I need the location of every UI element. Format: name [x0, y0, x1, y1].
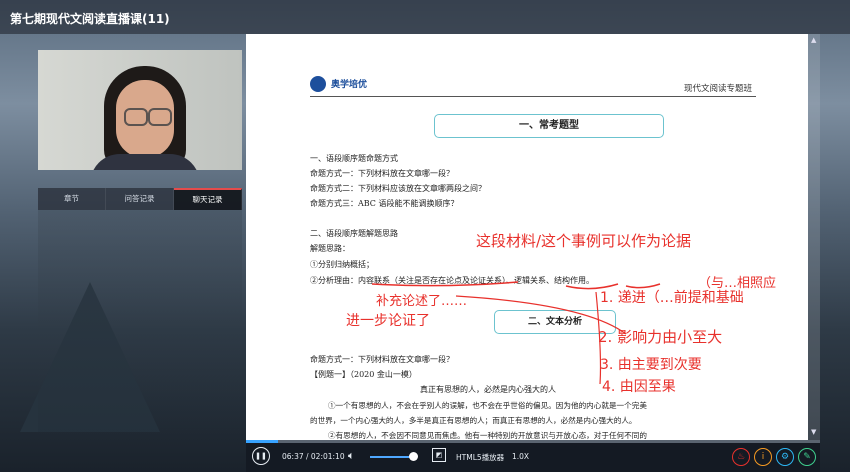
- speed-button[interactable]: 1.0X: [512, 452, 529, 461]
- window-title: 第七期现代文阅读直播课(11): [10, 12, 170, 26]
- scroll-up-icon[interactable]: ▲: [811, 36, 816, 44]
- tab-chapters[interactable]: 章节: [38, 188, 106, 210]
- annotation-text: 1. 递进（…前提和基础: [600, 290, 744, 306]
- title-bar: 第七期现代文阅读直播课(11): [0, 0, 850, 34]
- annotation-text: 进一步论证了: [346, 313, 430, 329]
- webcam-video: [38, 50, 242, 170]
- pause-button[interactable]: ❚❚: [252, 447, 270, 465]
- screenshot-icon[interactable]: ◩: [432, 448, 446, 462]
- document-page: 奥学培优 现代文阅读专题班 一、常考题型 一、语段顺序题命题方式 命题方式一：下…: [246, 34, 808, 440]
- time-display: 06:37 / 02:01:10: [282, 452, 345, 461]
- annotation-text: 4. 由因至果: [602, 379, 676, 395]
- annotation-text: 这段材料/这个事例可以作为论据: [476, 232, 692, 250]
- tab-chat-records[interactable]: 聊天记录: [174, 188, 242, 210]
- player-controls: ❚❚ 06:37 / 02:01:10 🔈︎ ◩ HTML5播放器 1.0X ♨…: [246, 443, 820, 472]
- document-scrollbar[interactable]: [808, 34, 820, 440]
- player-label: HTML5播放器: [456, 453, 505, 462]
- annotation-text: 补充论述了……: [376, 294, 468, 309]
- chat-panel: [38, 210, 242, 440]
- volume-icon[interactable]: 🔈︎: [348, 449, 355, 463]
- volume-knob[interactable]: [409, 452, 418, 461]
- annotation-text: 3. 由主要到次要: [600, 357, 702, 373]
- tab-qa-records[interactable]: 问答记录: [106, 188, 174, 210]
- info-icon[interactable]: i: [754, 448, 772, 466]
- side-panel-tabs: 章节 问答记录 聊天记录: [38, 188, 242, 210]
- report-icon[interactable]: ♨: [732, 448, 750, 466]
- scroll-down-icon[interactable]: ▼: [811, 428, 816, 436]
- settings-icon[interactable]: ⚙: [776, 448, 794, 466]
- pen-icon[interactable]: ✎: [798, 448, 816, 466]
- annotation-text: 2. 影响力由小至大: [598, 328, 723, 346]
